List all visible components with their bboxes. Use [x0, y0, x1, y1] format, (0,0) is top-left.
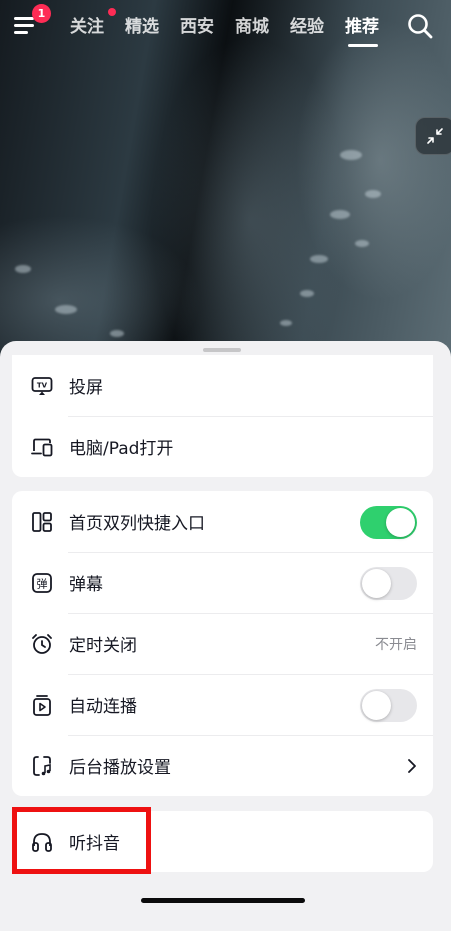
- tab-following[interactable]: 关注: [70, 12, 104, 37]
- sleep-timer-row[interactable]: 定时关闭 不开启: [12, 613, 433, 674]
- danmaku-row[interactable]: 弹 弹幕: [12, 552, 433, 613]
- listen-card: 听抖音: [12, 811, 433, 872]
- tab-featured[interactable]: 精选: [125, 12, 159, 37]
- notification-badge: 1: [32, 4, 51, 23]
- autoplay-label: 自动连播: [69, 697, 137, 717]
- sheet-grabber[interactable]: [203, 348, 241, 352]
- alarm-clock-icon: [32, 633, 52, 654]
- playback-settings-card: 首页双列快捷入口 弹 弹幕 定时关闭 不开启 自动连播 后台播放设置: [12, 491, 433, 796]
- danmaku-label: 弹幕: [69, 575, 103, 595]
- menu-icon: [14, 17, 34, 20]
- autoplay-row[interactable]: 自动连播: [12, 674, 433, 735]
- open-on-computer-label: 电脑/Pad打开: [69, 439, 174, 459]
- cast-label: 投屏: [69, 378, 103, 398]
- danmaku-icon: 弹: [32, 572, 52, 593]
- video-background[interactable]: [0, 0, 451, 380]
- settings-bottom-sheet: TV 投屏 电脑/Pad打开 首页双列快捷入口 弹 弹幕 定时关闭 不开启 自动…: [0, 341, 451, 931]
- autoplay-icon: [33, 694, 51, 716]
- autoplay-toggle[interactable]: [360, 688, 417, 722]
- collapse-screen-button[interactable]: [415, 117, 451, 155]
- double-column-row[interactable]: 首页双列快捷入口: [12, 491, 433, 552]
- background-play-icon: [33, 755, 51, 776]
- tab-local-city[interactable]: 西安: [180, 12, 214, 37]
- collapse-arrows-icon: [427, 128, 443, 144]
- listen-douyin-label: 听抖音: [69, 834, 120, 854]
- background-play-row[interactable]: 后台播放设置: [12, 735, 433, 796]
- tab-recommend[interactable]: 推荐: [345, 12, 379, 37]
- headphones-icon: [32, 832, 52, 852]
- search-icon: [408, 14, 433, 39]
- double-column-label: 首页双列快捷入口: [69, 514, 205, 534]
- home-indicator: [141, 898, 305, 903]
- double-column-icon: [32, 511, 52, 532]
- new-content-dot: [108, 8, 116, 16]
- listen-douyin-row[interactable]: 听抖音: [12, 811, 433, 872]
- active-tab-indicator: [348, 44, 378, 47]
- tab-mall[interactable]: 商城: [235, 12, 269, 37]
- background-play-label: 后台播放设置: [69, 758, 171, 778]
- devices-icon: [31, 438, 53, 456]
- tv-cast-icon: TV: [31, 376, 53, 395]
- cast-row[interactable]: TV 投屏: [12, 355, 433, 416]
- tab-experience[interactable]: 经验: [290, 12, 324, 37]
- cast-options-card: TV 投屏 电脑/Pad打开: [12, 355, 433, 477]
- double-column-toggle[interactable]: [360, 505, 417, 539]
- danmaku-toggle[interactable]: [360, 566, 417, 600]
- sleep-timer-label: 定时关闭: [69, 636, 137, 656]
- svg-text:TV: TV: [37, 381, 48, 389]
- sleep-timer-value: 不开启: [375, 636, 417, 653]
- open-on-computer-row[interactable]: 电脑/Pad打开: [12, 416, 433, 477]
- top-nav: 1 关注 精选 西安 商城 经验 推荐: [0, 0, 451, 52]
- search-button[interactable]: [406, 12, 434, 40]
- chevron-right-icon: [408, 758, 416, 773]
- svg-text:弹: 弹: [37, 576, 48, 590]
